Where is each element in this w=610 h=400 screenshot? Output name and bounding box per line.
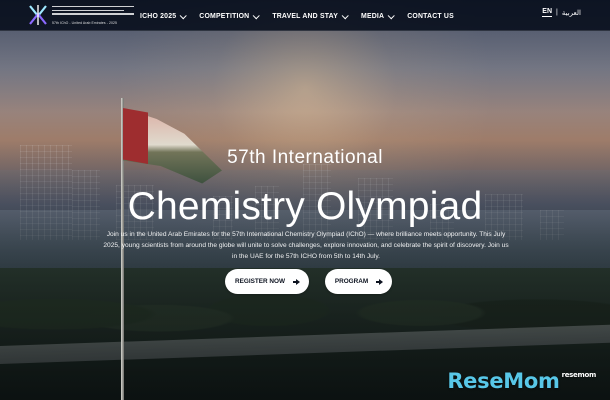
- hero-actions: REGISTER NOW PROGRAM: [225, 269, 392, 294]
- hero-subtitle: 57th International: [227, 146, 383, 168]
- nav-item-travel-and-stay[interactable]: TRAVEL AND STAY: [272, 11, 349, 20]
- language-english[interactable]: EN: [542, 8, 553, 17]
- chevron-down-icon: [253, 11, 261, 19]
- register-now-button[interactable]: REGISTER NOW: [225, 269, 309, 294]
- nav-item-icho-2025[interactable]: ICHO 2025: [140, 11, 188, 20]
- nav-item-label: TRAVEL AND STAY: [272, 12, 339, 20]
- program-button[interactable]: PROGRAM: [325, 269, 392, 294]
- language-arabic[interactable]: العربية: [562, 9, 581, 17]
- top-navigation-bar: 57th IChO - United Arab Emirates - 2025 …: [0, 0, 610, 31]
- program-label: PROGRAM: [334, 278, 369, 285]
- olympiad-landing-page: 57th IChO - United Arab Emirates - 2025 …: [0, 0, 610, 400]
- hero-title: Chemistry Olympiad: [127, 185, 483, 229]
- primary-navigation: ICHO 2025 COMPETITION TRAVEL AND STAY ME…: [140, 9, 454, 23]
- logo-line: [52, 13, 134, 15]
- arrow-right-icon: [293, 278, 301, 285]
- nav-item-competition[interactable]: COMPETITION: [199, 11, 261, 20]
- register-now-label: REGISTER NOW: [234, 278, 286, 285]
- arrow-right-icon: [376, 278, 384, 285]
- nav-item-label: ICHO 2025: [140, 12, 177, 20]
- nav-item-contact-us[interactable]: CONTACT US: [407, 13, 454, 20]
- nav-item-label: MEDIA: [361, 12, 385, 20]
- nav-item-media[interactable]: MEDIA: [361, 11, 395, 20]
- watermark-small-text: resemom: [561, 371, 597, 379]
- watermark-text: ReseMom: [447, 369, 560, 393]
- logo-line: [52, 6, 134, 8]
- logo-caption: 57th IChO - United Arab Emirates - 2025: [52, 21, 117, 25]
- logo-line: [52, 9, 124, 11]
- logo-mark-icon: [29, 5, 47, 25]
- chevron-down-icon: [179, 11, 188, 19]
- nav-item-label: CONTACT US: [407, 12, 454, 20]
- hero-description: Join us in the United Arab Emirates for …: [103, 230, 509, 260]
- resemom-watermark: ReseMom resemom: [447, 369, 596, 393]
- chevron-down-icon: [341, 11, 349, 19]
- chevron-down-icon: [387, 11, 395, 19]
- site-logo[interactable]: 57th IChO - United Arab Emirates - 2025: [28, 3, 135, 27]
- language-separator: |: [556, 9, 558, 16]
- language-switcher: EN | العربية: [542, 8, 581, 17]
- nav-item-label: COMPETITION: [199, 12, 250, 20]
